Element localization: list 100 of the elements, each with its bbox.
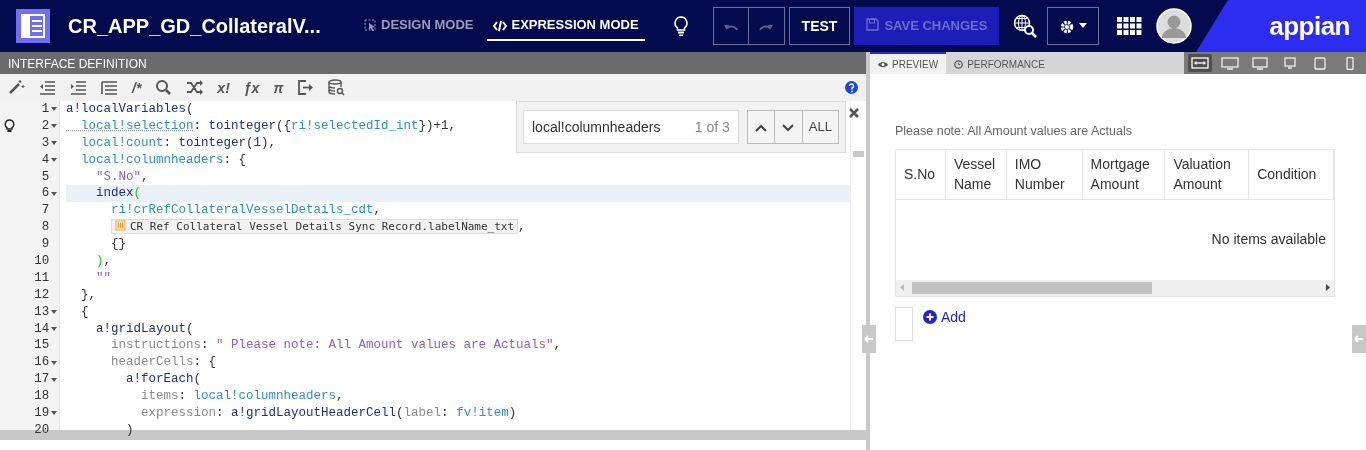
mode-tab[interactable]: EXPRESSION MODE bbox=[487, 11, 645, 41]
interface-title: CR_APP_GD_CollateralV... bbox=[68, 14, 322, 39]
apps-grid-icon[interactable] bbox=[1117, 17, 1143, 35]
checkbox-column bbox=[895, 306, 913, 341]
add-row-link[interactable]: Add bbox=[923, 306, 966, 328]
line-number: 4 bbox=[40, 151, 50, 169]
plus-circle-icon bbox=[923, 310, 937, 325]
code-line: local!selection: tointeger({ri!selectedId_int})+1, bbox=[80, 117, 457, 135]
appian-logo: appian bbox=[1269, 9, 1350, 43]
scrollbar[interactable] bbox=[850, 101, 866, 430]
caret-icon bbox=[1079, 23, 1088, 28]
fold-caret-icon[interactable] bbox=[51, 411, 58, 416]
code-line: items: local!columnheaders, bbox=[140, 388, 344, 406]
fold-caret-icon[interactable] bbox=[51, 191, 58, 196]
line-number: 19 bbox=[33, 405, 50, 422]
wide-screen-icon[interactable] bbox=[1221, 56, 1239, 70]
fold-caret-icon[interactable] bbox=[51, 124, 58, 129]
code-line: "S.No", bbox=[95, 168, 149, 186]
fit-width-icon[interactable] bbox=[1191, 56, 1209, 70]
fold-caret-icon[interactable] bbox=[51, 158, 58, 163]
line-number: 1 bbox=[40, 101, 50, 118]
code-line: instructions: " Please note: All Amount values are Actuals", bbox=[110, 337, 562, 355]
next-match-button[interactable] bbox=[774, 110, 803, 144]
line-number: 2 bbox=[40, 117, 50, 135]
find-field[interactable]: local!columnheaders 1 of 3 bbox=[523, 110, 739, 144]
code-line: a!localVariables( bbox=[66, 101, 194, 118]
fold-caret-icon[interactable] bbox=[51, 141, 58, 146]
code-line: CR Ref Collateral Vessel Details Sync Record.labelName_txt , bbox=[66, 219, 526, 237]
fold-caret-icon[interactable] bbox=[51, 107, 58, 112]
globe-search-icon[interactable] bbox=[1013, 14, 1038, 38]
format-lines-icon[interactable] bbox=[101, 79, 118, 96]
monitor-icon[interactable] bbox=[1281, 56, 1299, 70]
toolbar-glyph-button[interactable]: π bbox=[273, 80, 284, 95]
column-header: Vessel Name bbox=[945, 149, 1007, 199]
code-line: ) bbox=[125, 421, 134, 439]
cursor-select-icon bbox=[364, 19, 377, 33]
code-line: expression: a!gridLayoutHeaderCell(label: fv!item) bbox=[140, 405, 517, 422]
outdent-icon[interactable] bbox=[39, 79, 56, 96]
column-header: IMO Number bbox=[1006, 149, 1083, 199]
help-icon[interactable] bbox=[845, 81, 858, 94]
horizontal-scrollbar[interactable] bbox=[896, 279, 1334, 296]
fold-caret-icon[interactable] bbox=[51, 327, 58, 331]
tablet-icon[interactable] bbox=[1311, 56, 1329, 70]
code-icon bbox=[493, 19, 508, 32]
select-all-button[interactable]: ALL bbox=[802, 110, 839, 144]
line-number: 16 bbox=[33, 354, 50, 372]
avatar-icon[interactable] bbox=[1156, 8, 1193, 44]
code-line: { bbox=[80, 303, 89, 321]
clock-icon bbox=[954, 60, 964, 70]
toolbar-glyph-button[interactable]: ƒx bbox=[243, 80, 260, 95]
column-header: Valuation Amount bbox=[1165, 149, 1250, 199]
eye-icon bbox=[878, 61, 888, 69]
grid-instructions: Please note: All Amount values are Actuals bbox=[895, 123, 1133, 140]
line-number: 9 bbox=[40, 236, 50, 254]
fold-caret-icon[interactable] bbox=[51, 310, 58, 315]
line-number: 5 bbox=[40, 168, 50, 186]
line-number: 10 bbox=[33, 253, 50, 270]
code-line: ), bbox=[95, 253, 112, 270]
line-number: 12 bbox=[33, 286, 50, 304]
empty-message: No items available bbox=[1210, 230, 1327, 250]
line-number: 13 bbox=[33, 303, 50, 321]
indent-icon[interactable] bbox=[70, 79, 87, 96]
collapse-handle-icon[interactable] bbox=[1352, 325, 1366, 353]
code-line: local!count: tointeger(1), bbox=[80, 134, 277, 152]
line-number: 3 bbox=[40, 134, 50, 152]
database-search-icon[interactable] bbox=[328, 79, 346, 96]
match-count: 1 of 3 bbox=[694, 117, 730, 137]
test-button[interactable]: TEST bbox=[788, 7, 851, 45]
line-number: 8 bbox=[40, 219, 50, 237]
line-number: 17 bbox=[33, 371, 50, 389]
lightbulb-icon[interactable] bbox=[672, 15, 689, 37]
desktop-icon[interactable] bbox=[1251, 56, 1269, 70]
fold-caret-icon[interactable] bbox=[51, 360, 58, 365]
export-icon[interactable] bbox=[297, 79, 315, 96]
code-line: local!columnheaders: { bbox=[80, 151, 247, 169]
magic-wand-icon[interactable] bbox=[8, 79, 25, 96]
panel-tab[interactable]: PERFORMANCE bbox=[946, 52, 1053, 74]
toolbar-glyph-button[interactable]: /* bbox=[132, 80, 142, 95]
panel-tab[interactable]: PREVIEW bbox=[870, 52, 947, 74]
line-number: 7 bbox=[40, 202, 50, 220]
toolbar-glyph-button[interactable]: x! bbox=[217, 80, 230, 95]
search-icon[interactable] bbox=[155, 79, 173, 96]
previous-match-button[interactable] bbox=[746, 110, 775, 144]
code-line: headerCells: { bbox=[110, 354, 217, 372]
code-line: {} bbox=[110, 236, 126, 253]
settings-menu-button[interactable] bbox=[1047, 7, 1100, 45]
mode-tab[interactable]: DESIGN MODE bbox=[358, 11, 480, 41]
collapse-handle-icon[interactable] bbox=[862, 325, 876, 353]
shuffle-icon[interactable] bbox=[186, 79, 204, 96]
record-field-chip: CR Ref Collateral Vessel Details Sync Record.labelName_txt bbox=[111, 219, 519, 235]
table-icon bbox=[115, 220, 126, 232]
gear-icon bbox=[1059, 18, 1076, 35]
chevron-down-icon bbox=[782, 123, 795, 132]
close-icon[interactable] bbox=[849, 108, 859, 118]
line-number: 15 bbox=[33, 337, 50, 355]
lightbulb-icon[interactable] bbox=[3, 119, 15, 134]
chevron-up-icon bbox=[754, 123, 767, 132]
fold-caret-icon[interactable] bbox=[51, 377, 58, 382]
column-header: Condition bbox=[1249, 149, 1334, 199]
line-number: 14 bbox=[33, 320, 50, 338]
